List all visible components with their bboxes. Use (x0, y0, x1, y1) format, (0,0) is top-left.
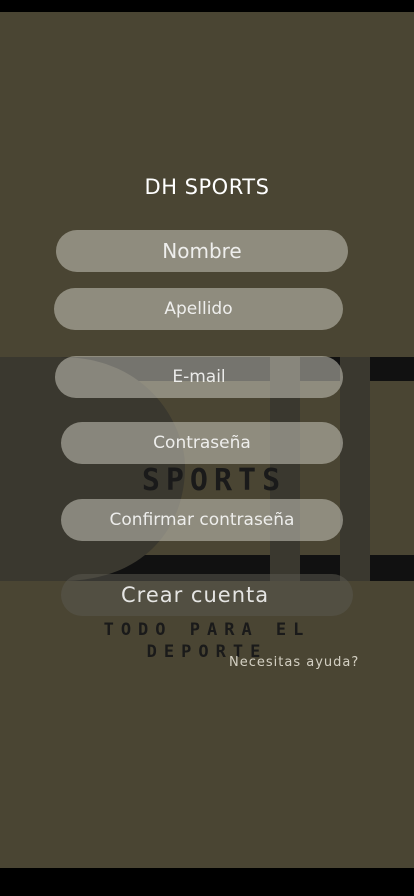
first-name-input[interactable] (56, 230, 348, 272)
logo-letter-h-right (340, 357, 370, 581)
confirm-password-input[interactable] (61, 499, 343, 541)
help-link[interactable]: Necesitas ayuda? (229, 655, 359, 670)
logo-sports-word: SPORTS (142, 463, 286, 498)
registration-screen: SPORTS TODO PARA EL DEPORTE DH SPORTS Cr… (0, 12, 414, 868)
create-account-button[interactable]: Crear cuenta (61, 574, 353, 616)
password-input[interactable] (61, 422, 343, 464)
last-name-input[interactable] (54, 288, 343, 330)
email-input[interactable] (55, 356, 343, 398)
logo-tagline-line1: TODO PARA EL (104, 620, 311, 640)
app-title: DH SPORTS (144, 175, 270, 199)
